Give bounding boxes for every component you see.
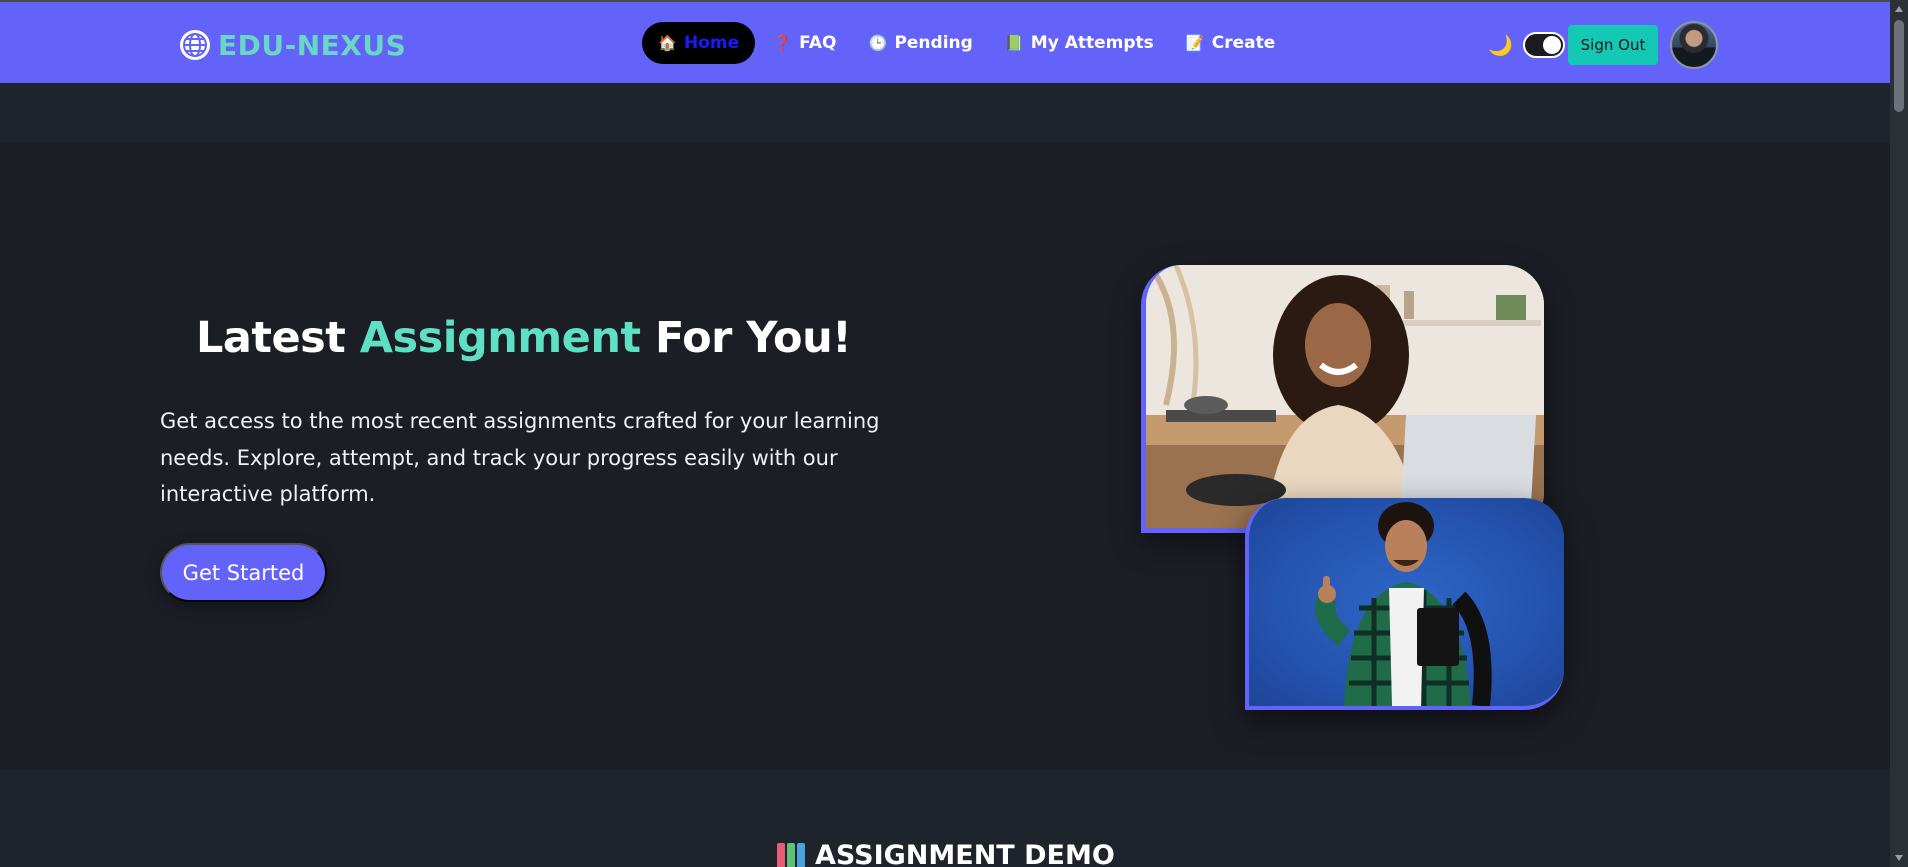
top-navbar: EDU-NEXUS 🏠 Home ❓ FAQ 🕒 Pending 📗 My At… — [0, 0, 1890, 83]
page-scrollbar[interactable] — [1890, 0, 1908, 867]
nav-item-label: FAQ — [799, 33, 837, 53]
user-avatar[interactable] — [1670, 21, 1718, 69]
nav-item-home[interactable]: 🏠 Home — [642, 22, 756, 64]
hero-title-start: Latest — [196, 313, 360, 363]
assignment-demo-title: ASSIGNMENT DEMO — [815, 840, 1115, 867]
nav-item-faq[interactable]: ❓ FAQ — [757, 22, 852, 64]
get-started-button[interactable]: Get Started — [160, 543, 327, 602]
book-icon: 📗 — [1004, 34, 1024, 52]
nav-item-label: My Attempts — [1030, 33, 1154, 53]
theme-toggle[interactable] — [1522, 32, 1565, 58]
hero-section: Latest Assignment For You! Get access to… — [0, 143, 1890, 769]
home-icon: 🏠 — [658, 34, 677, 52]
hero-description: Get access to the most recent assignment… — [160, 409, 880, 506]
nav-item-create[interactable]: 📝 Create — [1170, 22, 1292, 64]
nav-item-label: Pending — [894, 33, 973, 53]
books-icon — [777, 842, 805, 867]
assignment-demo-heading: ASSIGNMENT DEMO — [777, 840, 1115, 867]
scrollbar-thumb[interactable] — [1894, 20, 1904, 112]
hero-title-accent: Assignment — [359, 313, 641, 363]
scroll-up-icon[interactable] — [1895, 6, 1903, 12]
hero-title: Latest Assignment For You! — [196, 313, 852, 363]
nav-item-pending[interactable]: 🕒 Pending — [852, 22, 988, 64]
globe-icon — [180, 30, 210, 60]
memo-icon: 📝 — [1185, 34, 1205, 52]
student-photo-man — [1245, 498, 1564, 710]
hero-title-end: For You! — [640, 313, 852, 363]
brand-logo[interactable]: EDU-NEXUS — [180, 27, 406, 63]
nav-item-my-attempts[interactable]: 📗 My Attempts — [989, 22, 1170, 64]
main-nav: 🏠 Home ❓ FAQ 🕒 Pending 📗 My Attempts 📝 C… — [642, 22, 1291, 64]
brand-name: EDU-NEXUS — [218, 28, 407, 62]
nav-item-label: Home — [684, 33, 740, 53]
scroll-down-icon[interactable] — [1895, 855, 1903, 861]
nav-item-label: Create — [1211, 33, 1276, 53]
man-illustration — [1315, 502, 1492, 706]
toggle-knob — [1542, 36, 1561, 54]
theme-switcher: 🌙 — [1488, 32, 1565, 58]
question-icon: ❓ — [773, 34, 792, 52]
woman-illustration — [1146, 265, 1544, 528]
moon-icon: 🌙 — [1488, 34, 1513, 57]
sign-out-button[interactable]: Sign Out — [1568, 25, 1658, 65]
student-photo-woman — [1141, 265, 1544, 533]
clock-icon: 🕒 — [868, 34, 888, 52]
